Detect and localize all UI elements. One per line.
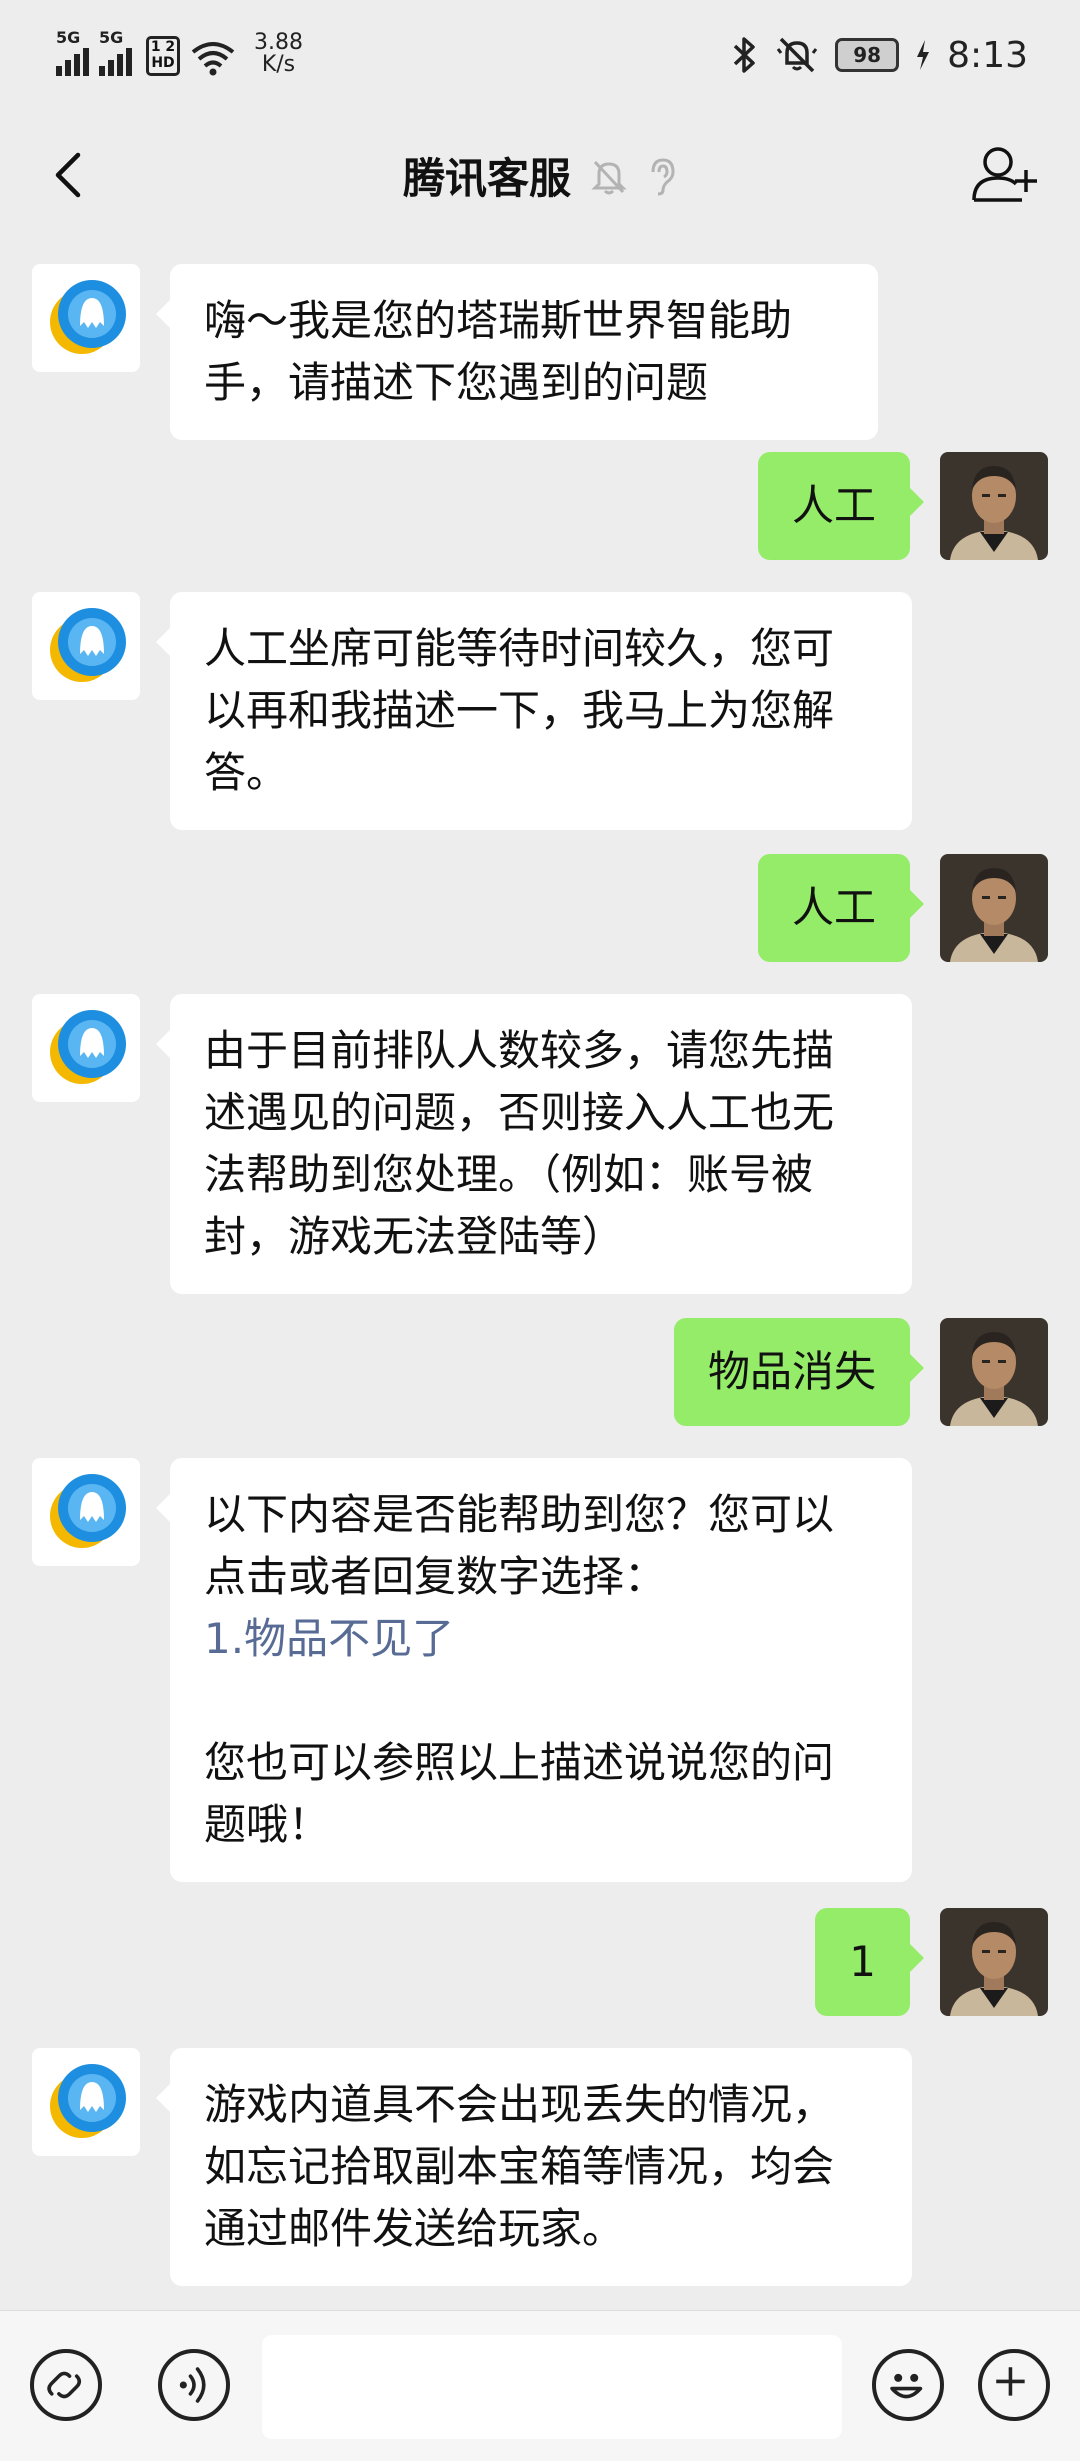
signal-label-1: 5G: [56, 28, 81, 47]
bot-avatar[interactable]: [32, 2048, 140, 2156]
message-bubble: 嗨～我是您的塔瑞斯世界智能助 手，请描述下您遇到的问题: [156, 264, 878, 440]
vibrate-silent-icon: [776, 37, 818, 73]
user-avatar[interactable]: [940, 1318, 1048, 1426]
status-right: 98 8:13: [731, 30, 1028, 80]
tencent-service-logo-icon: [50, 1010, 126, 1084]
title-wrap: 腾讯客服: [0, 145, 1080, 206]
message-text: 法帮助到您处理。（例如：账号被: [204, 1150, 814, 1199]
message-text: 嗨～我是您的塔瑞斯世界智能助: [204, 296, 793, 345]
message-bubble: 游戏内道具不会出现丢失的情况， 如忘记拾取副本宝箱等情况，均会 通过邮件发送给玩…: [156, 2048, 912, 2286]
user-avatar-image: [940, 1318, 1048, 1426]
chat-header: 腾讯客服: [0, 110, 1080, 240]
bluetooth-icon: [733, 37, 755, 73]
user-avatar-image: [940, 1908, 1048, 2016]
charging-icon: [917, 40, 930, 70]
bot-avatar[interactable]: [32, 1458, 140, 1566]
message-text: 由于目前排队人数较多，请您先描: [204, 1026, 835, 1075]
page-title: 腾讯客服: [402, 154, 571, 203]
message-text: 以下内容是否能帮助到您？您可以: [204, 1490, 835, 1539]
add-user-icon[interactable]: [970, 140, 1040, 210]
message-text: 以再和我描述一下，我马上为您解: [204, 686, 835, 735]
message-text: 人工坐席可能等待时间较久，您可: [204, 624, 835, 673]
message-text: 您也可以参照以上描述说说您的问: [204, 1738, 835, 1787]
status-left: 5G 5G 1 2 HD 3.88 K/s: [56, 30, 303, 76]
message-text: 手，请描述下您遇到的问题: [204, 358, 709, 407]
bot-avatar[interactable]: [32, 592, 140, 700]
user-avatar[interactable]: [940, 854, 1048, 962]
bot-avatar[interactable]: [32, 994, 140, 1102]
speed-value: 3.88: [254, 30, 303, 55]
bell-off-icon: [591, 160, 627, 194]
link-icon[interactable]: [30, 2349, 102, 2421]
message-bubble: 人工: [757, 854, 925, 962]
signal-bars-icon: [56, 46, 89, 76]
clock: 8:13: [947, 34, 1028, 76]
message-input[interactable]: [262, 2335, 842, 2439]
plus-icon[interactable]: [978, 2349, 1050, 2421]
tencent-service-logo-icon: [50, 608, 126, 682]
tencent-service-logo-icon: [50, 1474, 126, 1548]
signal-label-2: 5G: [99, 28, 124, 47]
speed-unit: K/s: [261, 52, 296, 77]
message-text: 答。: [204, 748, 289, 797]
message-bubble: 由于目前排队人数较多，请您先描 述遇见的问题，否则接入人工也无 法帮助到您处理。…: [156, 994, 912, 1294]
bot-avatar[interactable]: [32, 264, 140, 372]
message-text: 如忘记拾取副本宝箱等情况，均会: [204, 2142, 835, 2191]
input-bar: [0, 2310, 1080, 2461]
message-text: 点击或者回复数字选择：: [204, 1552, 667, 1601]
message-bubble: 人工: [757, 452, 925, 560]
network-speed: 3.88 K/s: [254, 32, 303, 76]
message-bubble: 1: [815, 1908, 924, 2016]
message-text: 封，游戏无法登陆等）: [204, 1212, 625, 1261]
signal-5g-2: 5G: [99, 30, 132, 76]
user-avatar[interactable]: [940, 452, 1048, 560]
user-avatar-image: [940, 452, 1048, 560]
signal-5g-1: 5G: [56, 30, 89, 76]
signal-bars-icon: [99, 46, 132, 76]
message-text: 通过邮件发送给玩家。: [204, 2204, 625, 2253]
chat-messages[interactable]: 嗨～我是您的塔瑞斯世界智能助 手，请描述下您遇到的问题 人工 人工坐席可能等待时…: [0, 240, 1080, 2310]
emoji-icon[interactable]: [872, 2349, 944, 2421]
message-bubble: 以下内容是否能帮助到您？您可以 点击或者回复数字选择： 1.物品不见了 您也可以…: [156, 1458, 912, 1882]
tencent-service-logo-icon: [50, 2064, 126, 2138]
message-text: 题哦！: [204, 1800, 331, 1849]
user-avatar-image: [940, 854, 1048, 962]
voice-icon[interactable]: [158, 2349, 230, 2421]
message-bubble: 物品消失: [673, 1318, 925, 1426]
message-text: 游戏内道具不会出现丢失的情况，: [204, 2080, 835, 2129]
user-avatar[interactable]: [940, 1908, 1048, 2016]
hd-icon: 1 2 HD: [146, 36, 180, 76]
message-bubble: 人工坐席可能等待时间较久，您可 以再和我描述一下，我马上为您解 答。: [156, 592, 912, 830]
faq-option-link[interactable]: 1.物品不见了: [204, 1608, 878, 1670]
message-text: 述遇见的问题，否则接入人工也无: [204, 1088, 835, 1137]
tencent-service-logo-icon: [50, 280, 126, 354]
wifi-icon: [191, 42, 235, 76]
status-bar: 5G 5G 1 2 HD 3.88 K/s 98 8:13: [0, 0, 1080, 110]
battery-indicator: 98: [835, 38, 900, 72]
ear-icon: [651, 157, 675, 195]
